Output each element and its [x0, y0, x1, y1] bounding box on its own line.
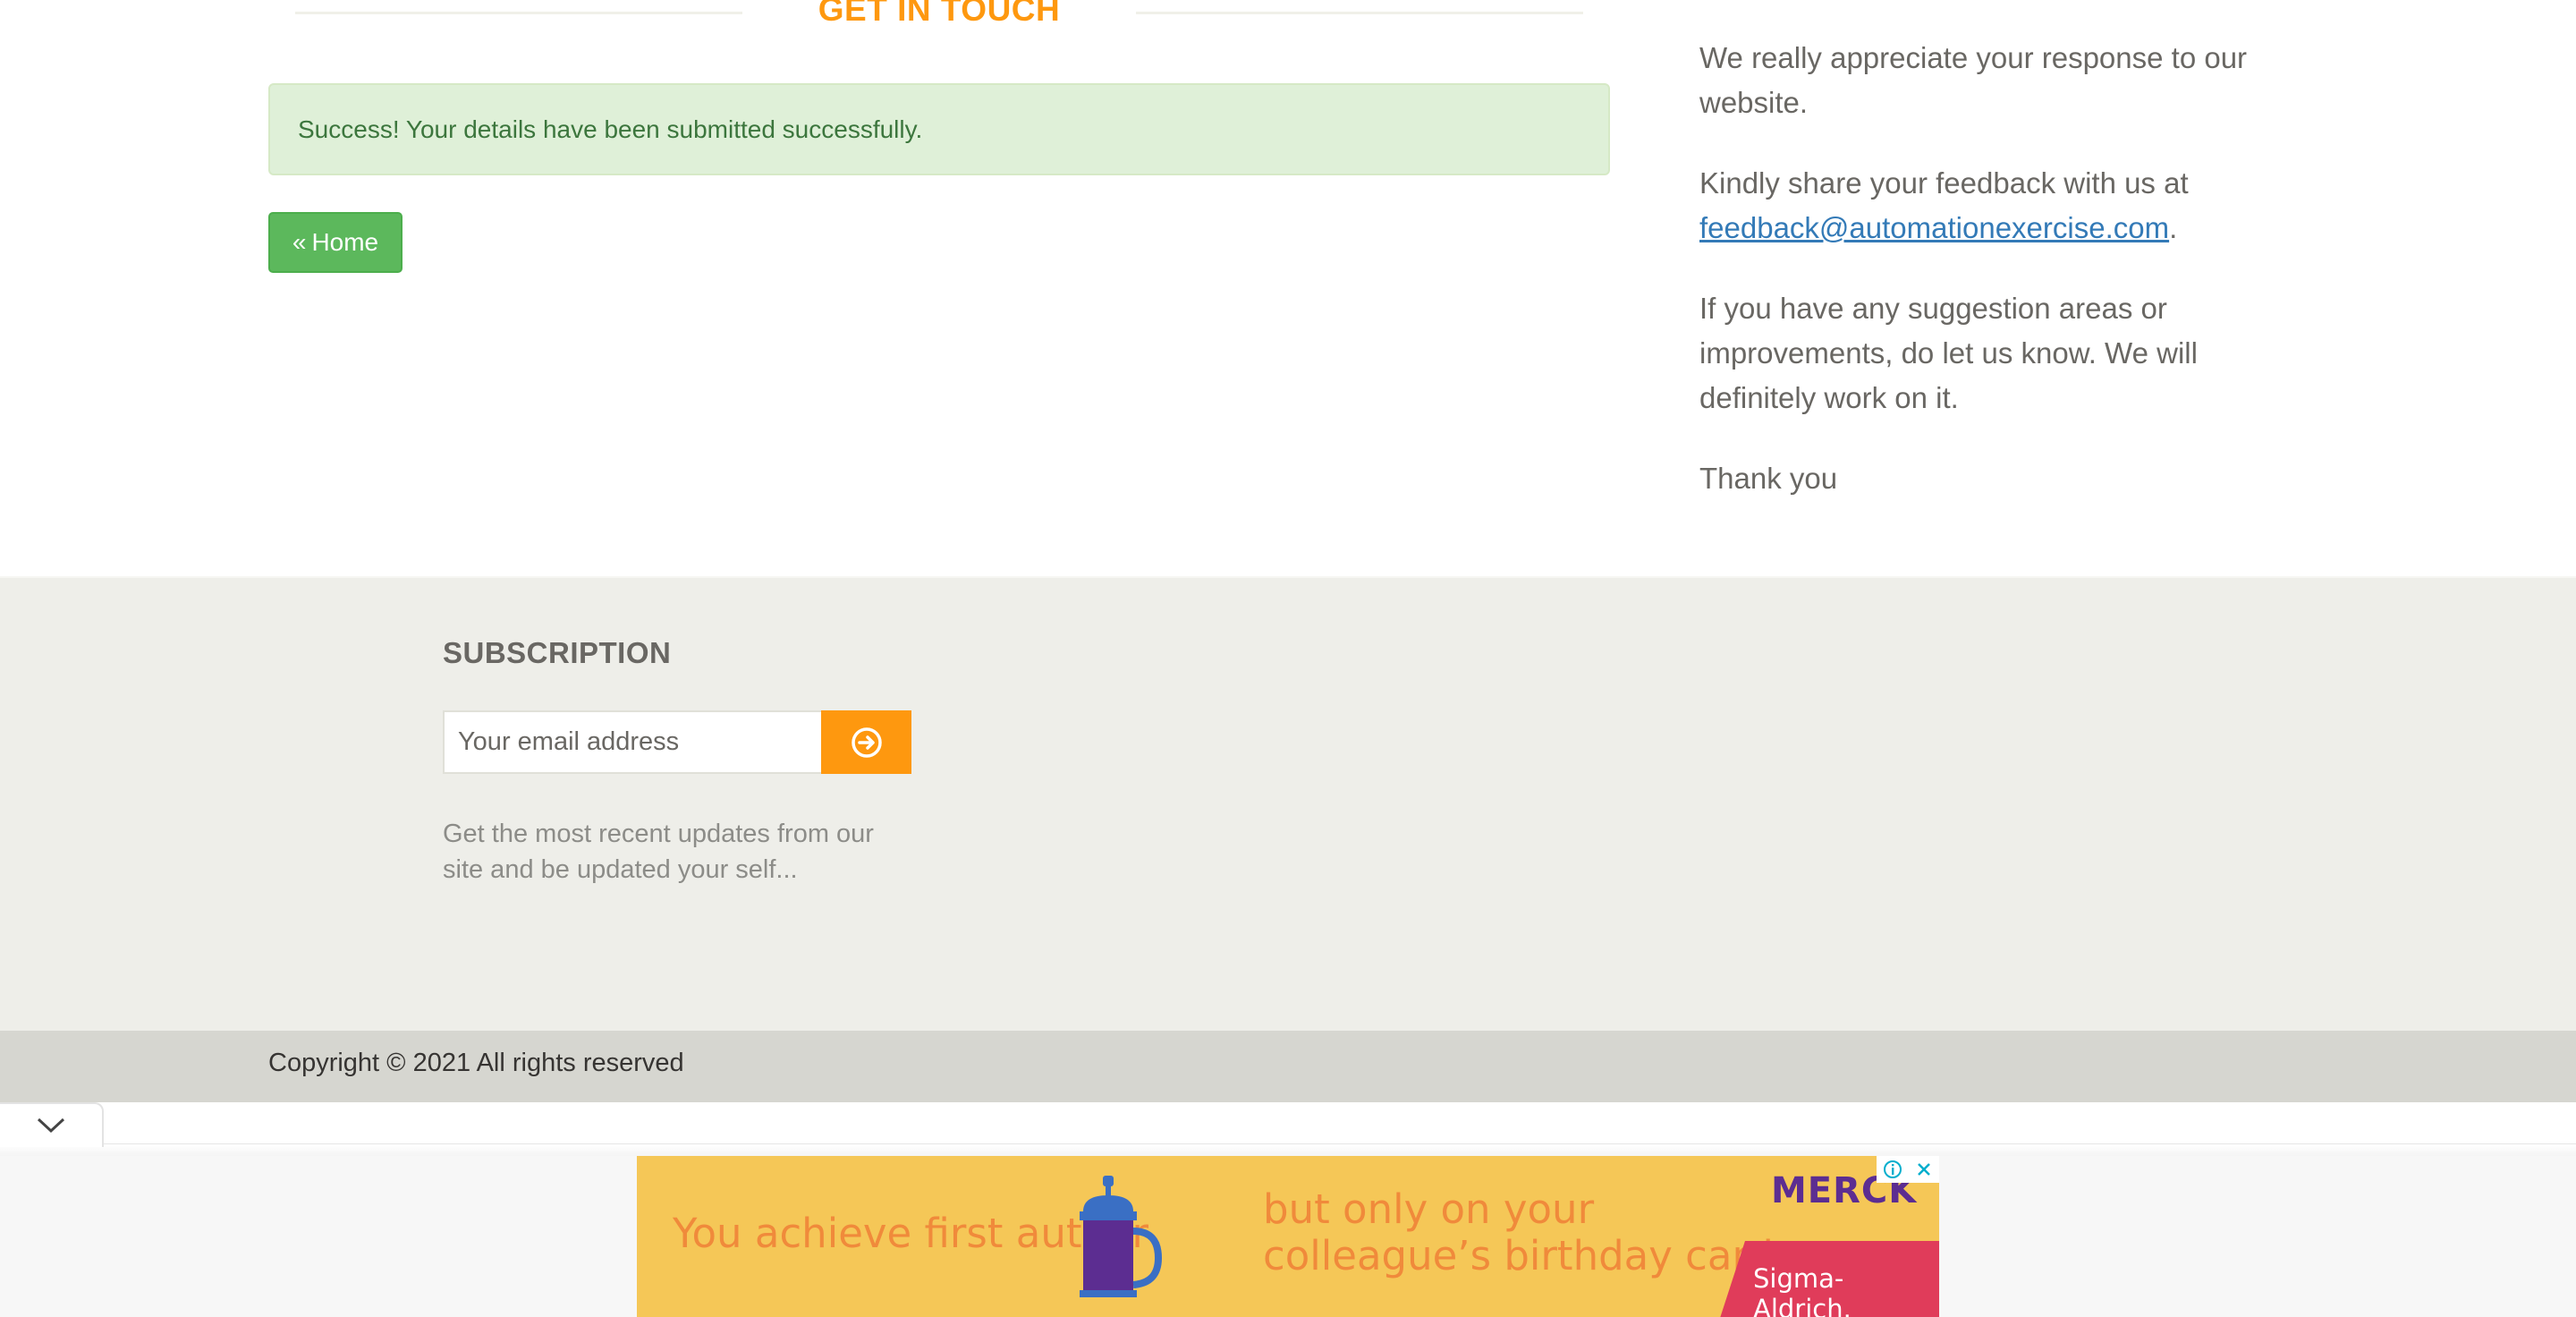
title-divider-left	[295, 12, 742, 14]
feedback-paragraph-4: Thank you	[1699, 462, 1838, 495]
ad-controls	[1877, 1156, 1939, 1183]
ad-headline-right: but only on your colleague’s birthday ca…	[1263, 1186, 1786, 1279]
feedback-prefix: Kindly share your feedback with us at	[1699, 166, 2189, 200]
ad-headline-right-line2: colleague’s birthday card.	[1263, 1232, 1787, 1279]
arrow-circle-right-icon	[851, 726, 882, 758]
title-divider-right	[1136, 12, 1583, 14]
home-button-label: Home	[311, 228, 379, 256]
feedback-email-link[interactable]: feedback@automationexercise.com	[1699, 211, 2169, 244]
subscribe-button[interactable]	[821, 710, 911, 774]
success-message: Success! Your details have been submitte…	[298, 115, 923, 143]
feedback-suffix: .	[2169, 211, 2178, 244]
feedback-info: We really appreciate your response to ou…	[1699, 36, 2272, 537]
subscription-note: Get the most recent updates from our sit…	[443, 820, 874, 884]
info-icon	[1883, 1160, 1902, 1178]
footer-widget	[0, 576, 2576, 1031]
home-button[interactable]: « Home	[268, 212, 402, 273]
double-chevron-left-icon: «	[292, 228, 307, 256]
feedback-paragraph-3: If you have any suggestion areas or impr…	[1699, 292, 2198, 414]
subscription-title: SUBSCRIPTION	[443, 636, 672, 669]
ad-collapse-tab[interactable]	[0, 1102, 104, 1147]
chevron-down-icon	[37, 1117, 65, 1134]
ad-banner[interactable]: You achieve first author but only on you…	[637, 1156, 1939, 1317]
footer-divider	[0, 576, 2576, 578]
ad-info-button[interactable]	[1877, 1156, 1908, 1183]
ad-close-button[interactable]	[1908, 1156, 1939, 1183]
feedback-paragraph-1: We really appreciate your response to ou…	[1699, 41, 2248, 119]
success-alert: Success! Your details have been submitte…	[268, 83, 1610, 175]
subscription-email-input[interactable]	[443, 710, 821, 774]
ad-headline-right-line1: but only on your	[1263, 1185, 1595, 1233]
page-title: GET IN TOUCH	[818, 0, 1061, 28]
copyright-text: Copyright © 2021 All rights reserved	[268, 1049, 684, 1077]
coffee-press-icon	[1080, 1176, 1163, 1297]
close-icon	[1917, 1163, 1930, 1176]
feedback-paragraph-2: Kindly share your feedback with us at fe…	[1699, 161, 2272, 251]
ad-sub-brand: Sigma-Aldrich.	[1753, 1263, 1852, 1317]
